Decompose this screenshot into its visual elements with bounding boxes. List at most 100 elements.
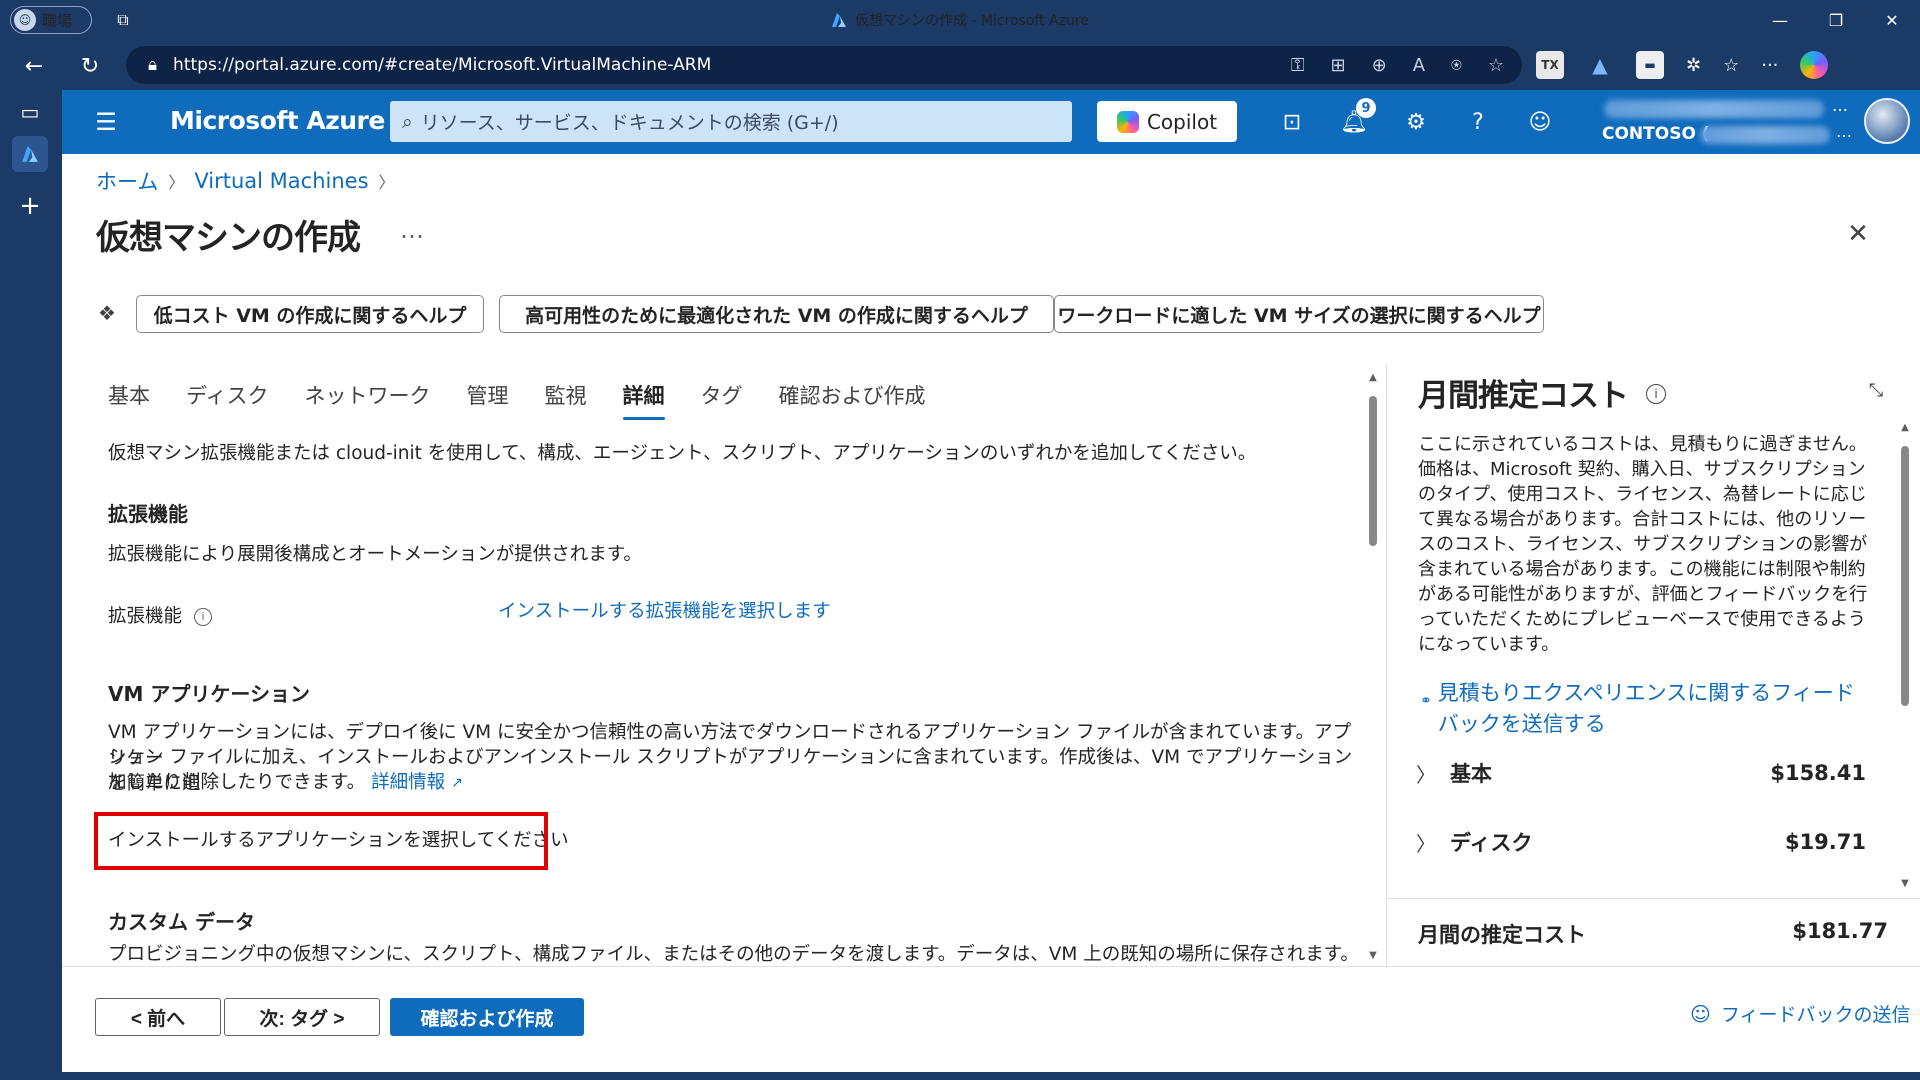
scroll-thumb[interactable]	[1369, 396, 1377, 546]
tab-advanced[interactable]: 詳細	[622, 380, 665, 420]
active-tab-azure-icon[interactable]	[12, 136, 48, 172]
cloud-shell-icon[interactable]: ⊡	[1272, 104, 1312, 140]
zoom-icon[interactable]: ⊕	[1372, 55, 1387, 76]
page-more-button[interactable]: …	[400, 216, 424, 244]
scroll-up-icon[interactable]: ▲	[1366, 370, 1380, 384]
feedback-icon: ☺	[1690, 1001, 1711, 1026]
minimize-button[interactable]: —	[1752, 0, 1808, 40]
brand-logo[interactable]: Microsoft Azure	[170, 106, 385, 135]
url-text[interactable]: https://portal.azure.com/#create/Microso…	[173, 55, 711, 75]
send-feedback-link[interactable]: ☺ フィードバックの送信	[1690, 1000, 1910, 1027]
tab-monitoring[interactable]: 監視	[545, 380, 587, 420]
reload-button[interactable]: ↻	[74, 50, 106, 82]
tab-review-create[interactable]: 確認および作成	[779, 380, 926, 420]
profile-button[interactable]: ☺ 職場	[10, 6, 92, 34]
external-link-icon: ↗	[451, 775, 463, 791]
send-feedback-label: フィードバックの送信	[1720, 1004, 1911, 1026]
learn-more-link[interactable]: 詳細情報	[371, 770, 445, 796]
info-icon[interactable]: i	[1646, 384, 1666, 404]
portal-menu-icon[interactable]: ☰	[88, 104, 124, 140]
cost-panel-title: 月間推定コスト	[1418, 378, 1629, 414]
cost-scrollbar[interactable]: ▲ ▼	[1898, 420, 1912, 890]
custom-data-desc: プロビジョニング中の仮想マシンに、スクリプト、構成ファイル、またはその他のデータ…	[108, 944, 1359, 965]
favorite-star-icon[interactable]: ☆	[1488, 55, 1504, 76]
browser-titlebar	[0, 0, 1920, 40]
browser-more-icon[interactable]: ···	[1761, 55, 1778, 76]
breadcrumb-virtual-machines[interactable]: Virtual Machines	[194, 169, 368, 193]
cost-feedback-link[interactable]: ⚭ 見積もりエクスペリエンスに関するフィードバックを送信する	[1420, 678, 1860, 740]
chevron-right-icon: 〉	[378, 173, 395, 192]
tab-disks[interactable]: ディスク	[186, 380, 269, 420]
intro-text: 仮想マシン拡張機能または cloud-init を使用して、構成、エージェント、…	[108, 443, 1257, 464]
copilot-button[interactable]: Copilot	[1097, 101, 1237, 142]
cost-row-label: ディスク	[1450, 831, 1533, 855]
back-button[interactable]: ←	[18, 50, 50, 82]
extensions-label: 拡張機能	[108, 606, 183, 627]
extension-tx-icon[interactable]: TX	[1536, 51, 1564, 79]
read-aloud-icon[interactable]: A	[1413, 55, 1425, 76]
custom-data-heading: カスタム データ	[108, 910, 255, 934]
window-close-button[interactable]: ✕	[1864, 0, 1920, 40]
cost-row-label: 基本	[1450, 762, 1492, 786]
review-create-button[interactable]: 確認および作成	[390, 998, 584, 1036]
new-tab-plus-icon[interactable]: +	[12, 188, 48, 224]
account-menu[interactable]: … CONTOSO ( …	[1602, 96, 1852, 150]
info-icon[interactable]: i	[194, 608, 213, 626]
lock-icon: 🔒︎	[148, 55, 158, 75]
account-tenant-redacted	[1700, 126, 1830, 144]
chevron-right-icon: 〉	[1416, 831, 1436, 856]
help-chip-high-availability[interactable]: 高可用性のために最適化された VM の作成に関するヘルプ	[499, 295, 1054, 333]
previous-button[interactable]: < 前へ	[95, 998, 221, 1036]
feedback-icon[interactable]: ☺	[1520, 104, 1560, 140]
key-icon[interactable]: ⚿	[1291, 55, 1305, 76]
restore-button[interactable]: ❐	[1808, 0, 1864, 40]
app-icon[interactable]: ⊞	[1331, 55, 1346, 76]
tab-basics[interactable]: 基本	[108, 380, 150, 420]
notification-badge: 9	[1356, 98, 1376, 118]
next-button[interactable]: 次: タグ >	[224, 998, 380, 1036]
tab-list-icon[interactable]: ▭	[12, 94, 48, 130]
share-icon[interactable]: ⍟	[1451, 55, 1462, 76]
avatar[interactable]	[1864, 98, 1910, 144]
account-tenant: CONTOSO (	[1602, 124, 1710, 144]
help-chip-vm-size[interactable]: ワークロードに適した VM サイズの選択に関するヘルプ	[1054, 295, 1544, 333]
scroll-down-icon[interactable]: ▼	[1366, 948, 1380, 962]
tab-networking[interactable]: ネットワーク	[305, 380, 431, 420]
help-chip-low-cost[interactable]: 低コスト VM の作成に関するヘルプ	[136, 295, 484, 333]
extensions-desc: 拡張機能により展開後構成とオートメーションが提供されます。	[108, 544, 642, 565]
help-icon[interactable]: ?	[1458, 104, 1498, 140]
address-bar[interactable]: 🔒︎ https://portal.azure.com/#create/Micr…	[126, 46, 1522, 84]
cost-scroll-thumb[interactable]	[1901, 446, 1909, 706]
cost-row-basics[interactable]: 〉 基本 $158.41	[1416, 758, 1866, 788]
select-extensions-link[interactable]: インストールする拡張機能を選択します	[498, 599, 831, 625]
cost-row-disks[interactable]: 〉 ディスク $19.71	[1416, 827, 1866, 857]
content-scrollbar[interactable]: ▲ ▼	[1366, 370, 1380, 962]
azure-extension-icon[interactable]: ▲	[1586, 51, 1614, 79]
copilot-label: Copilot	[1146, 109, 1218, 134]
vm-applications-heading: VM アプリケーション	[108, 682, 310, 706]
collapse-icon[interactable]: ⤡	[1864, 378, 1888, 402]
account-more-icon: …	[1832, 96, 1848, 115]
breadcrumb-home[interactable]: ホーム	[96, 166, 158, 196]
extensions-heading: 拡張機能	[108, 502, 188, 526]
cost-feedback-link-text[interactable]: 見積もりエクスペリエンスに関するフィードバックを送信する	[1438, 678, 1860, 740]
tab-tags[interactable]: タグ	[701, 380, 743, 420]
cost-total-amount: $181.77	[1792, 919, 1888, 943]
gear-icon[interactable]: ⚙	[1396, 104, 1436, 140]
global-search-input[interactable]: ⌕ リソース、サービス、ドキュメントの検索 (G+/)	[390, 101, 1072, 142]
tab-actions-icon[interactable]: ⧉	[112, 9, 134, 31]
cost-divider	[1386, 898, 1920, 899]
extension-toolbar: TX ▲ ▬ ✲ ☆ ···	[1536, 50, 1829, 80]
collections-icon[interactable]: ☆	[1723, 55, 1739, 76]
cost-total-label: 月間の推定コスト	[1418, 923, 1586, 947]
copilot-browser-icon[interactable]	[1800, 51, 1829, 79]
scroll-down-icon[interactable]: ▼	[1898, 876, 1912, 890]
reader-extension-icon[interactable]: ▬	[1636, 51, 1664, 79]
chevron-right-icon: 〉	[1416, 762, 1436, 787]
scroll-up-icon[interactable]: ▲	[1898, 420, 1912, 434]
close-icon[interactable]: ✕	[1840, 216, 1876, 252]
cost-row-amount: $158.41	[1770, 761, 1866, 785]
footer-divider	[62, 966, 1920, 967]
tab-management[interactable]: 管理	[467, 380, 509, 420]
extensions-puzzle-icon[interactable]: ✲	[1686, 55, 1701, 76]
